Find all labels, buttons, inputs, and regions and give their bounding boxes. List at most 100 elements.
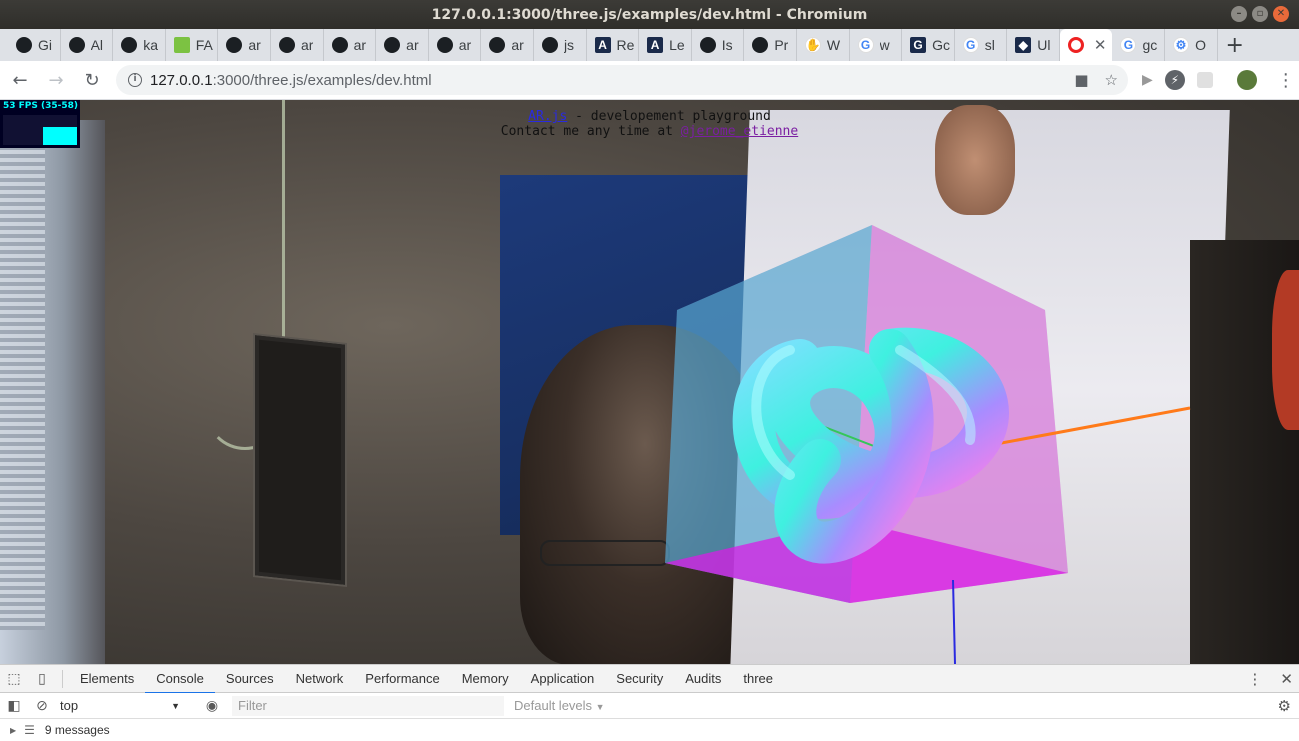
forward-arrow-icon: → xyxy=(48,69,64,91)
devtools-tab-security[interactable]: Security xyxy=(605,665,674,693)
devtools-tab-network[interactable]: Network xyxy=(285,665,355,693)
browser-tab[interactable]: Ggc xyxy=(1112,29,1166,61)
console-messages-row[interactable]: ▶ ☰ 9 messages xyxy=(0,719,1299,741)
twitter-link[interactable]: @jerome_etienne xyxy=(681,124,798,139)
devtools-tab-elements[interactable]: Elements xyxy=(69,665,145,693)
clear-console-icon[interactable]: ⊘ xyxy=(28,692,56,720)
devtools-close-icon[interactable]: ✕ xyxy=(1280,670,1293,688)
sidebar-toggle-icon[interactable]: ◧ xyxy=(0,692,28,720)
browser-tab[interactable]: ◆ Ul xyxy=(1007,29,1060,61)
extension-arrow-icon[interactable]: ▶ xyxy=(1142,72,1153,88)
browser-tab[interactable]: ar xyxy=(376,29,429,61)
tab-label: Gc xyxy=(932,37,950,53)
browser-tab[interactable]: ⚙ O xyxy=(1165,29,1218,61)
messages-count: 9 messages xyxy=(44,723,110,737)
new-tab-button[interactable]: + xyxy=(1218,29,1252,61)
github-icon xyxy=(699,37,716,53)
browser-tab[interactable]: Al xyxy=(61,29,114,61)
close-window-button[interactable]: ✕ xyxy=(1273,6,1289,22)
devtools-tab-performance[interactable]: Performance xyxy=(354,665,450,693)
browser-tab[interactable]: ar xyxy=(481,29,534,61)
browser-tab[interactable]: ✋ W xyxy=(797,29,850,61)
aframe-icon: A xyxy=(647,37,664,53)
camera-icon[interactable]: ■ xyxy=(1074,71,1088,89)
browser-tab[interactable]: G Gc xyxy=(902,29,955,61)
browser-tab[interactable]: Gi xyxy=(8,29,61,61)
address-bar[interactable]: i 127.0.0.1:3000/three.js/examples/dev.h… xyxy=(116,65,1128,95)
profile-avatar[interactable] xyxy=(1236,70,1257,90)
reload-button[interactable]: ↻ xyxy=(76,64,108,96)
devtools-tab-three[interactable]: three xyxy=(732,665,784,693)
browser-tab[interactable]: Pr xyxy=(744,29,797,61)
github-icon xyxy=(541,37,558,53)
bookmark-icon: ◆ xyxy=(1015,37,1032,53)
record-icon xyxy=(1067,37,1084,53)
devtools-tab-application[interactable]: Application xyxy=(520,665,606,693)
tab-label: Re xyxy=(616,37,635,53)
browser-tab[interactable]: js xyxy=(534,29,587,61)
tab-label: Al xyxy=(90,37,104,53)
window-title: 127.0.0.1:3000/three.js/examples/dev.htm… xyxy=(431,6,868,23)
extension-bolt-icon[interactable]: ⚡ xyxy=(1164,70,1185,90)
browser-tab[interactable]: ar xyxy=(271,29,324,61)
browser-tab[interactable]: Is xyxy=(692,29,745,61)
arjs-link[interactable]: AR.js xyxy=(528,109,567,124)
browser-tab[interactable]: A Re xyxy=(587,29,640,61)
context-select[interactable]: top ▼ xyxy=(56,696,184,716)
browser-tab[interactable]: A Le xyxy=(639,29,692,61)
github-icon xyxy=(68,37,85,53)
fps-graph xyxy=(3,115,77,145)
browser-tab[interactable]: FA xyxy=(166,29,219,61)
info-line1: - developement playground xyxy=(567,109,771,124)
log-levels-dropdown[interactable]: Default levels ▼ xyxy=(514,698,605,713)
browser-tab[interactable]: Gsl xyxy=(955,29,1008,61)
minimize-button[interactable]: – xyxy=(1231,6,1247,22)
expand-arrow-icon[interactable]: ▶ xyxy=(10,726,16,735)
device-toggle-icon[interactable]: ▯ xyxy=(28,665,56,693)
devtools-tab-audits[interactable]: Audits xyxy=(674,665,732,693)
android-icon xyxy=(173,37,190,53)
console-settings-gear-icon[interactable]: ⚙ xyxy=(1278,697,1291,715)
github-icon xyxy=(331,37,348,53)
fps-bars xyxy=(43,127,77,145)
messages-list-icon: ☰ xyxy=(24,723,35,737)
devtools-tabbar: ⬚ ▯ Elements Console Sources Network Perform… xyxy=(0,665,1299,694)
browser-tab[interactable]: ar xyxy=(324,29,377,61)
devtools-panel: ⬚ ▯ Elements Console Sources Network Perform… xyxy=(0,664,1299,741)
google-icon: G xyxy=(962,37,979,53)
browser-tab[interactable]: ka xyxy=(113,29,166,61)
page-viewport[interactable]: AR.js - developement playground Contact … xyxy=(0,100,1299,664)
extension-grid-icon[interactable] xyxy=(1196,72,1213,88)
github-icon xyxy=(121,37,138,53)
url-host: 127.0.0.1 xyxy=(150,71,213,89)
translate-icon: G xyxy=(910,37,927,53)
browser-tab[interactable]: ar xyxy=(429,29,482,61)
browser-tab[interactable]: ar xyxy=(218,29,271,61)
forward-button[interactable]: → xyxy=(40,64,72,96)
tab-close-icon[interactable]: ✕ xyxy=(1094,36,1107,54)
tab-label: ar xyxy=(511,37,524,53)
browser-tab[interactable]: Gw xyxy=(850,29,903,61)
devtools-menu-icon[interactable]: ⋮ xyxy=(1247,670,1262,688)
inspect-element-icon[interactable]: ⬚ xyxy=(0,665,28,693)
console-filter-input[interactable]: Filter xyxy=(232,695,504,716)
devtools-tab-console[interactable]: Console xyxy=(145,665,215,694)
browser-tab[interactable]: ✕ xyxy=(1059,29,1113,61)
fps-stats-panel[interactable]: 53 FPS (35-58) xyxy=(0,100,80,148)
devtools-tab-memory[interactable]: Memory xyxy=(451,665,520,693)
url-text[interactable]: 127.0.0.1:3000/three.js/examples/dev.htm… xyxy=(150,72,432,89)
devtools-separator xyxy=(62,669,63,688)
site-info-icon[interactable]: i xyxy=(128,73,142,87)
devtools-right-actions: ⋮ ✕ xyxy=(1247,665,1293,693)
window-titlebar: 127.0.0.1:3000/three.js/examples/dev.htm… xyxy=(0,0,1299,29)
bookmark-star-icon[interactable]: ☆ xyxy=(1105,71,1118,89)
devtools-tab-sources[interactable]: Sources xyxy=(215,665,285,693)
live-expression-eye-icon[interactable]: ◉ xyxy=(198,692,226,720)
tab-label: Le xyxy=(669,37,685,53)
tab-label: FA xyxy=(195,37,213,53)
back-button[interactable]: ← xyxy=(4,64,36,96)
menu-kebab-icon[interactable]: ⋮ xyxy=(1277,70,1295,91)
tab-label: Pr xyxy=(774,37,789,53)
maximize-button[interactable]: ▫ xyxy=(1252,6,1268,22)
extensions-area: ▶ ⚡ ⋮ xyxy=(1142,70,1295,91)
